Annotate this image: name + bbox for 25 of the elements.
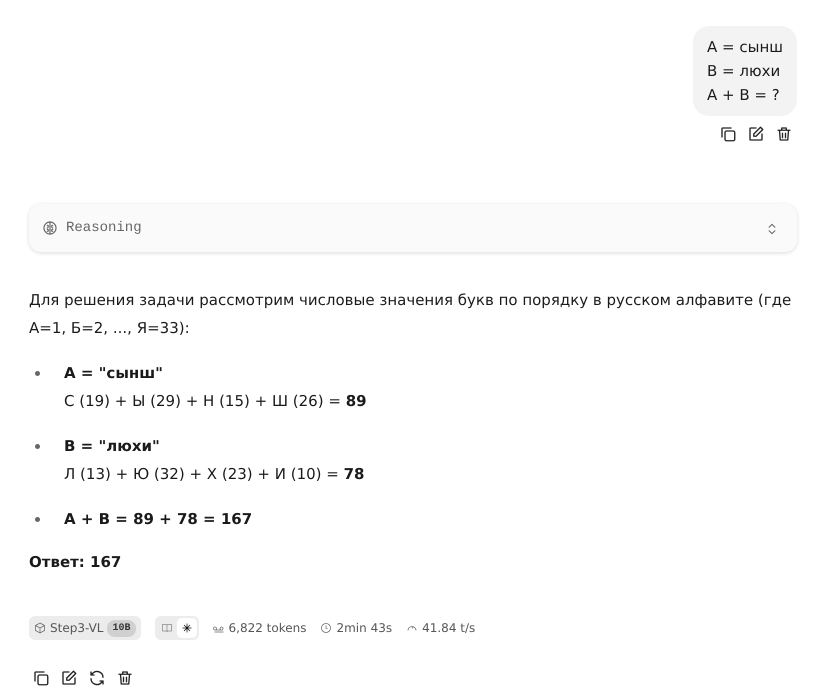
- model-size-tag: 10B: [107, 620, 136, 636]
- item-title: B = "люхи": [64, 436, 161, 457]
- bullet-icon: [35, 517, 40, 522]
- sparkle-mode-button[interactable]: [176, 618, 196, 638]
- bullet-icon: [35, 371, 40, 376]
- clock-icon: [320, 622, 332, 634]
- item-detail: Л (13) + Ю (32) + Х (23) + И (10) = 78: [64, 464, 364, 485]
- token-speed: 41.84 t/s: [422, 620, 476, 637]
- cube-icon: [34, 622, 46, 634]
- item-title: A + B = 89 + 78 = 167: [64, 509, 252, 530]
- reasoning-label: Reasoning: [66, 218, 142, 238]
- brain-icon: [42, 220, 58, 236]
- book-icon: [160, 622, 172, 634]
- model-chip[interactable]: Step3-VL 10B: [29, 616, 140, 640]
- token-count: 6,822 tokens: [228, 620, 306, 637]
- elapsed-time: 2min 43s: [336, 620, 392, 637]
- bullet-icon: [35, 444, 40, 449]
- item-title: A = "сынш": [64, 363, 164, 384]
- model-name: Step3-VL: [50, 620, 104, 637]
- item-detail: С (19) + Ы (29) + Н (15) + Ш (26) = 89: [64, 391, 367, 412]
- reasoning-toggle[interactable]: Reasoning: [29, 204, 797, 252]
- sparkle-icon: [180, 622, 192, 634]
- answer-paragraph: Для решения задачи рассмотрим числовые значения букв по порядку в русском алфавите (где А=1, Б=2, ..., Я=33):: [29, 290, 792, 339]
- answer-result: Ответ: 167: [29, 552, 122, 573]
- user-message-bubble: A = сынш B = люхи A + B = ?: [693, 26, 797, 116]
